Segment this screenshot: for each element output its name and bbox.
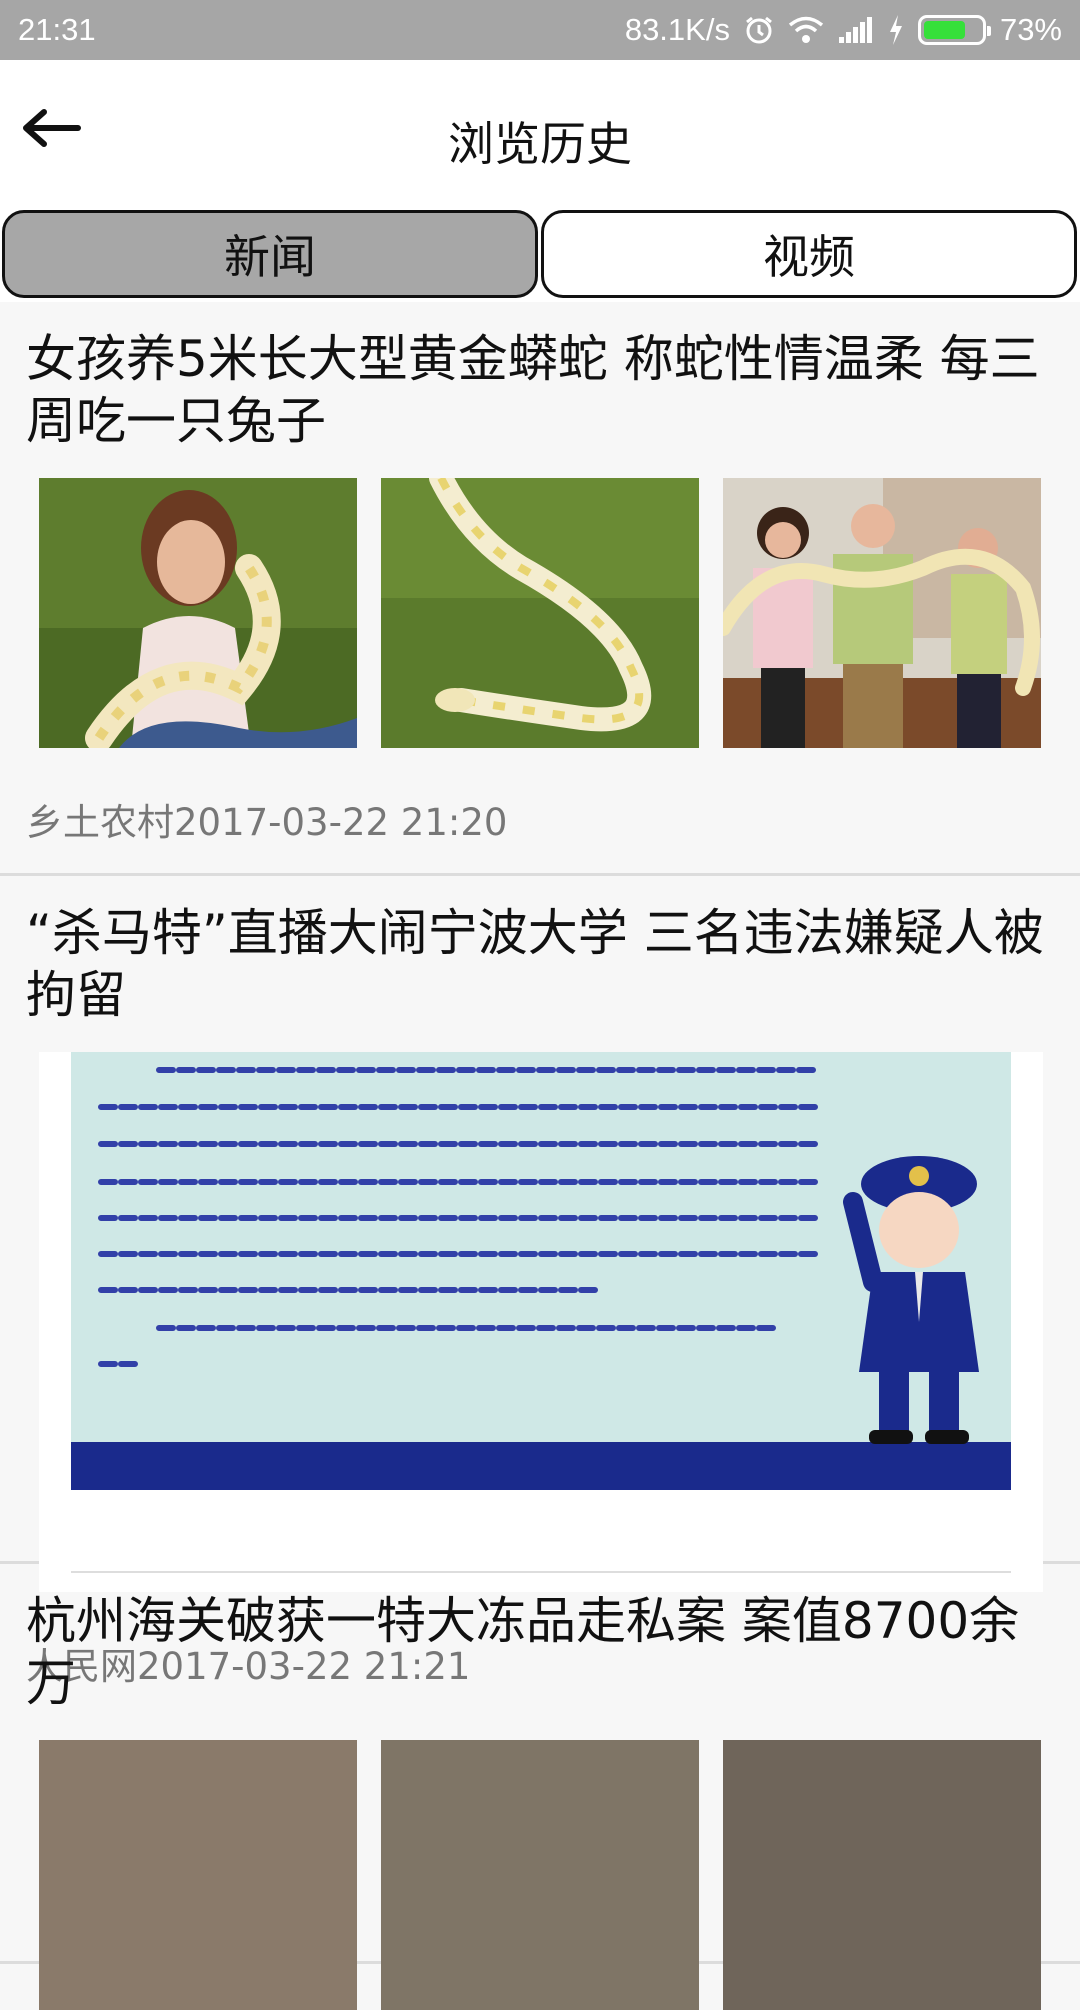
battery-percent: 73% <box>999 12 1062 47</box>
tab-video-label: 视频 <box>763 230 855 284</box>
article-image-police-notice <box>39 1052 1043 1592</box>
battery-icon <box>917 15 991 45</box>
tab-news[interactable]: 新闻 <box>2 210 538 298</box>
tab-news-label: 新闻 <box>224 230 316 284</box>
page-title: 浏览历史 <box>448 117 632 171</box>
status-icons: 83.1K/s 73% <box>625 12 1062 48</box>
status-bar: 21:31 83.1K/s 73% <box>0 0 1080 60</box>
thumbnail-girl-python <box>39 478 357 748</box>
signal-icon <box>838 17 874 43</box>
thumbnail-photo <box>39 1740 357 2010</box>
list-item[interactable]: 杭州海关破获一特大冻品走私案 案值8700余万 <box>0 1564 1080 2010</box>
charging-icon <box>888 15 904 45</box>
thumbnail-photo <box>381 1740 699 2010</box>
alarm-icon <box>744 15 774 45</box>
wifi-icon <box>788 16 824 44</box>
status-time: 21:31 <box>18 12 96 47</box>
tab-bar: 新闻 视频 <box>0 210 1080 512</box>
list-item[interactable]: 女孩养5米长大型黄金蟒蛇 称蛇性情温柔 每三周吃一只兔子 乡土农村2017-03… <box>0 302 1080 876</box>
tab-video[interactable]: 视频 <box>541 210 1077 298</box>
history-list[interactable]: 女孩养5米长大型黄金蟒蛇 称蛇性情温柔 每三周吃一只兔子 乡土农村2017-03… <box>0 302 1080 2010</box>
list-item[interactable]: “杀马特”直播大闹宁波大学 三名违法嫌疑人被拘留 人民网2017-03-22 2… <box>0 876 1080 1688</box>
article-meta: 乡土农村2017-03-22 21:20 <box>26 801 508 844</box>
article-title: “杀马特”直播大闹宁波大学 三名违法嫌疑人被拘留 <box>26 904 1044 1024</box>
network-speed: 83.1K/s <box>624 12 730 47</box>
thumbnail-row <box>26 452 1056 748</box>
app-bar: 浏览历史 <box>0 60 1080 210</box>
thumbnail-photo <box>723 1740 1041 2010</box>
thumbnail-row <box>26 1714 1056 2010</box>
article-title: 女孩养5米长大型黄金蟒蛇 称蛇性情温柔 每三周吃一只兔子 <box>26 330 1040 450</box>
thumbnail-family-python <box>723 478 1041 748</box>
thumbnail-python-grass <box>381 478 699 748</box>
